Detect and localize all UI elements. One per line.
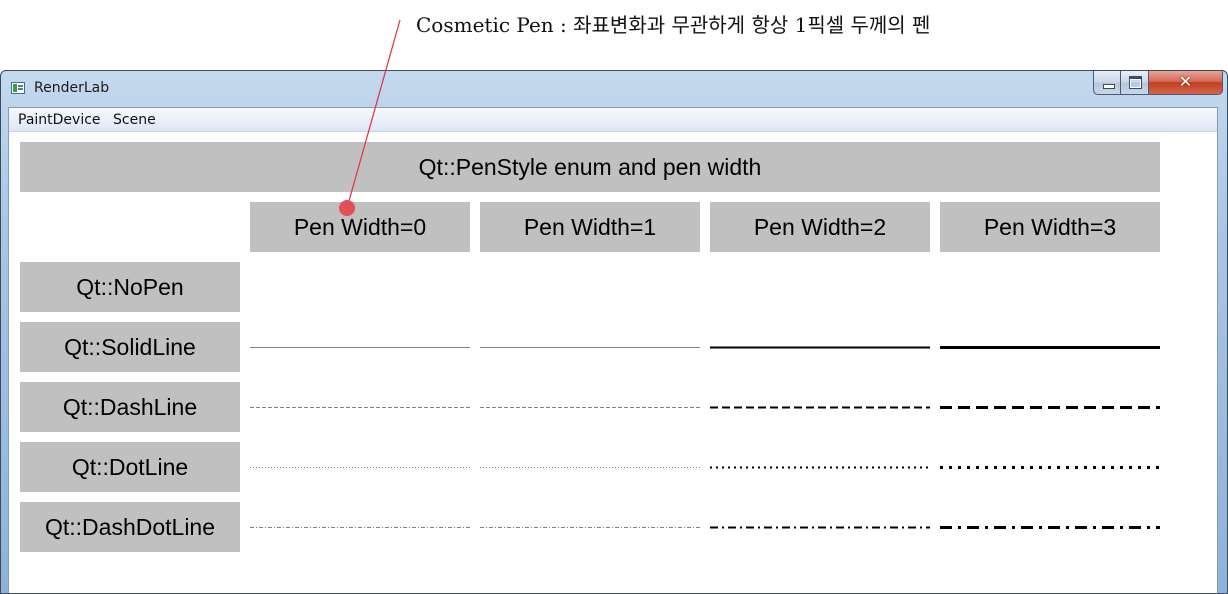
minimize-icon: [1103, 84, 1115, 89]
cosmetic-pen-annotation: Cosmetic Pen : 좌표변화과 무관하게 항상 1픽셀 두께의 펜: [416, 13, 931, 37]
minimize-button[interactable]: [1093, 71, 1121, 95]
menu-paintdevice[interactable]: PaintDevice: [18, 112, 101, 128]
maximize-icon: [1129, 76, 1142, 89]
title-bar[interactable]: RenderLab ✕: [1, 71, 1227, 107]
column-header-width-1: Pen Width=1: [480, 202, 700, 252]
app-window-icon: [11, 82, 25, 94]
menu-scene[interactable]: Scene: [113, 112, 156, 128]
column-header-width-0: Pen Width=0: [250, 202, 470, 252]
row-label-dotline: Qt::DotLine: [20, 442, 240, 492]
close-icon: ✕: [1178, 72, 1193, 91]
close-button[interactable]: ✕: [1149, 71, 1223, 95]
maximize-button[interactable]: [1121, 71, 1149, 95]
window-title: RenderLab: [34, 80, 110, 96]
column-header-width-3: Pen Width=3: [940, 202, 1160, 252]
table-header: Qt::PenStyle enum and pen width: [20, 142, 1160, 192]
row-label-dashdotline: Qt::DashDotLine: [20, 502, 240, 552]
menu-bar: PaintDevice Scene: [9, 108, 1217, 132]
row-label-dashline: Qt::DashLine: [20, 382, 240, 432]
app-window: RenderLab ✕ PaintDevice Scene Qt::PenSty…: [0, 70, 1228, 594]
client-area: PaintDevice Scene Qt::PenStyle enum and …: [8, 107, 1218, 593]
column-header-width-2: Pen Width=2: [710, 202, 930, 252]
row-label-solidline: Qt::SolidLine: [20, 322, 240, 372]
row-label-nopen: Qt::NoPen: [20, 262, 240, 312]
